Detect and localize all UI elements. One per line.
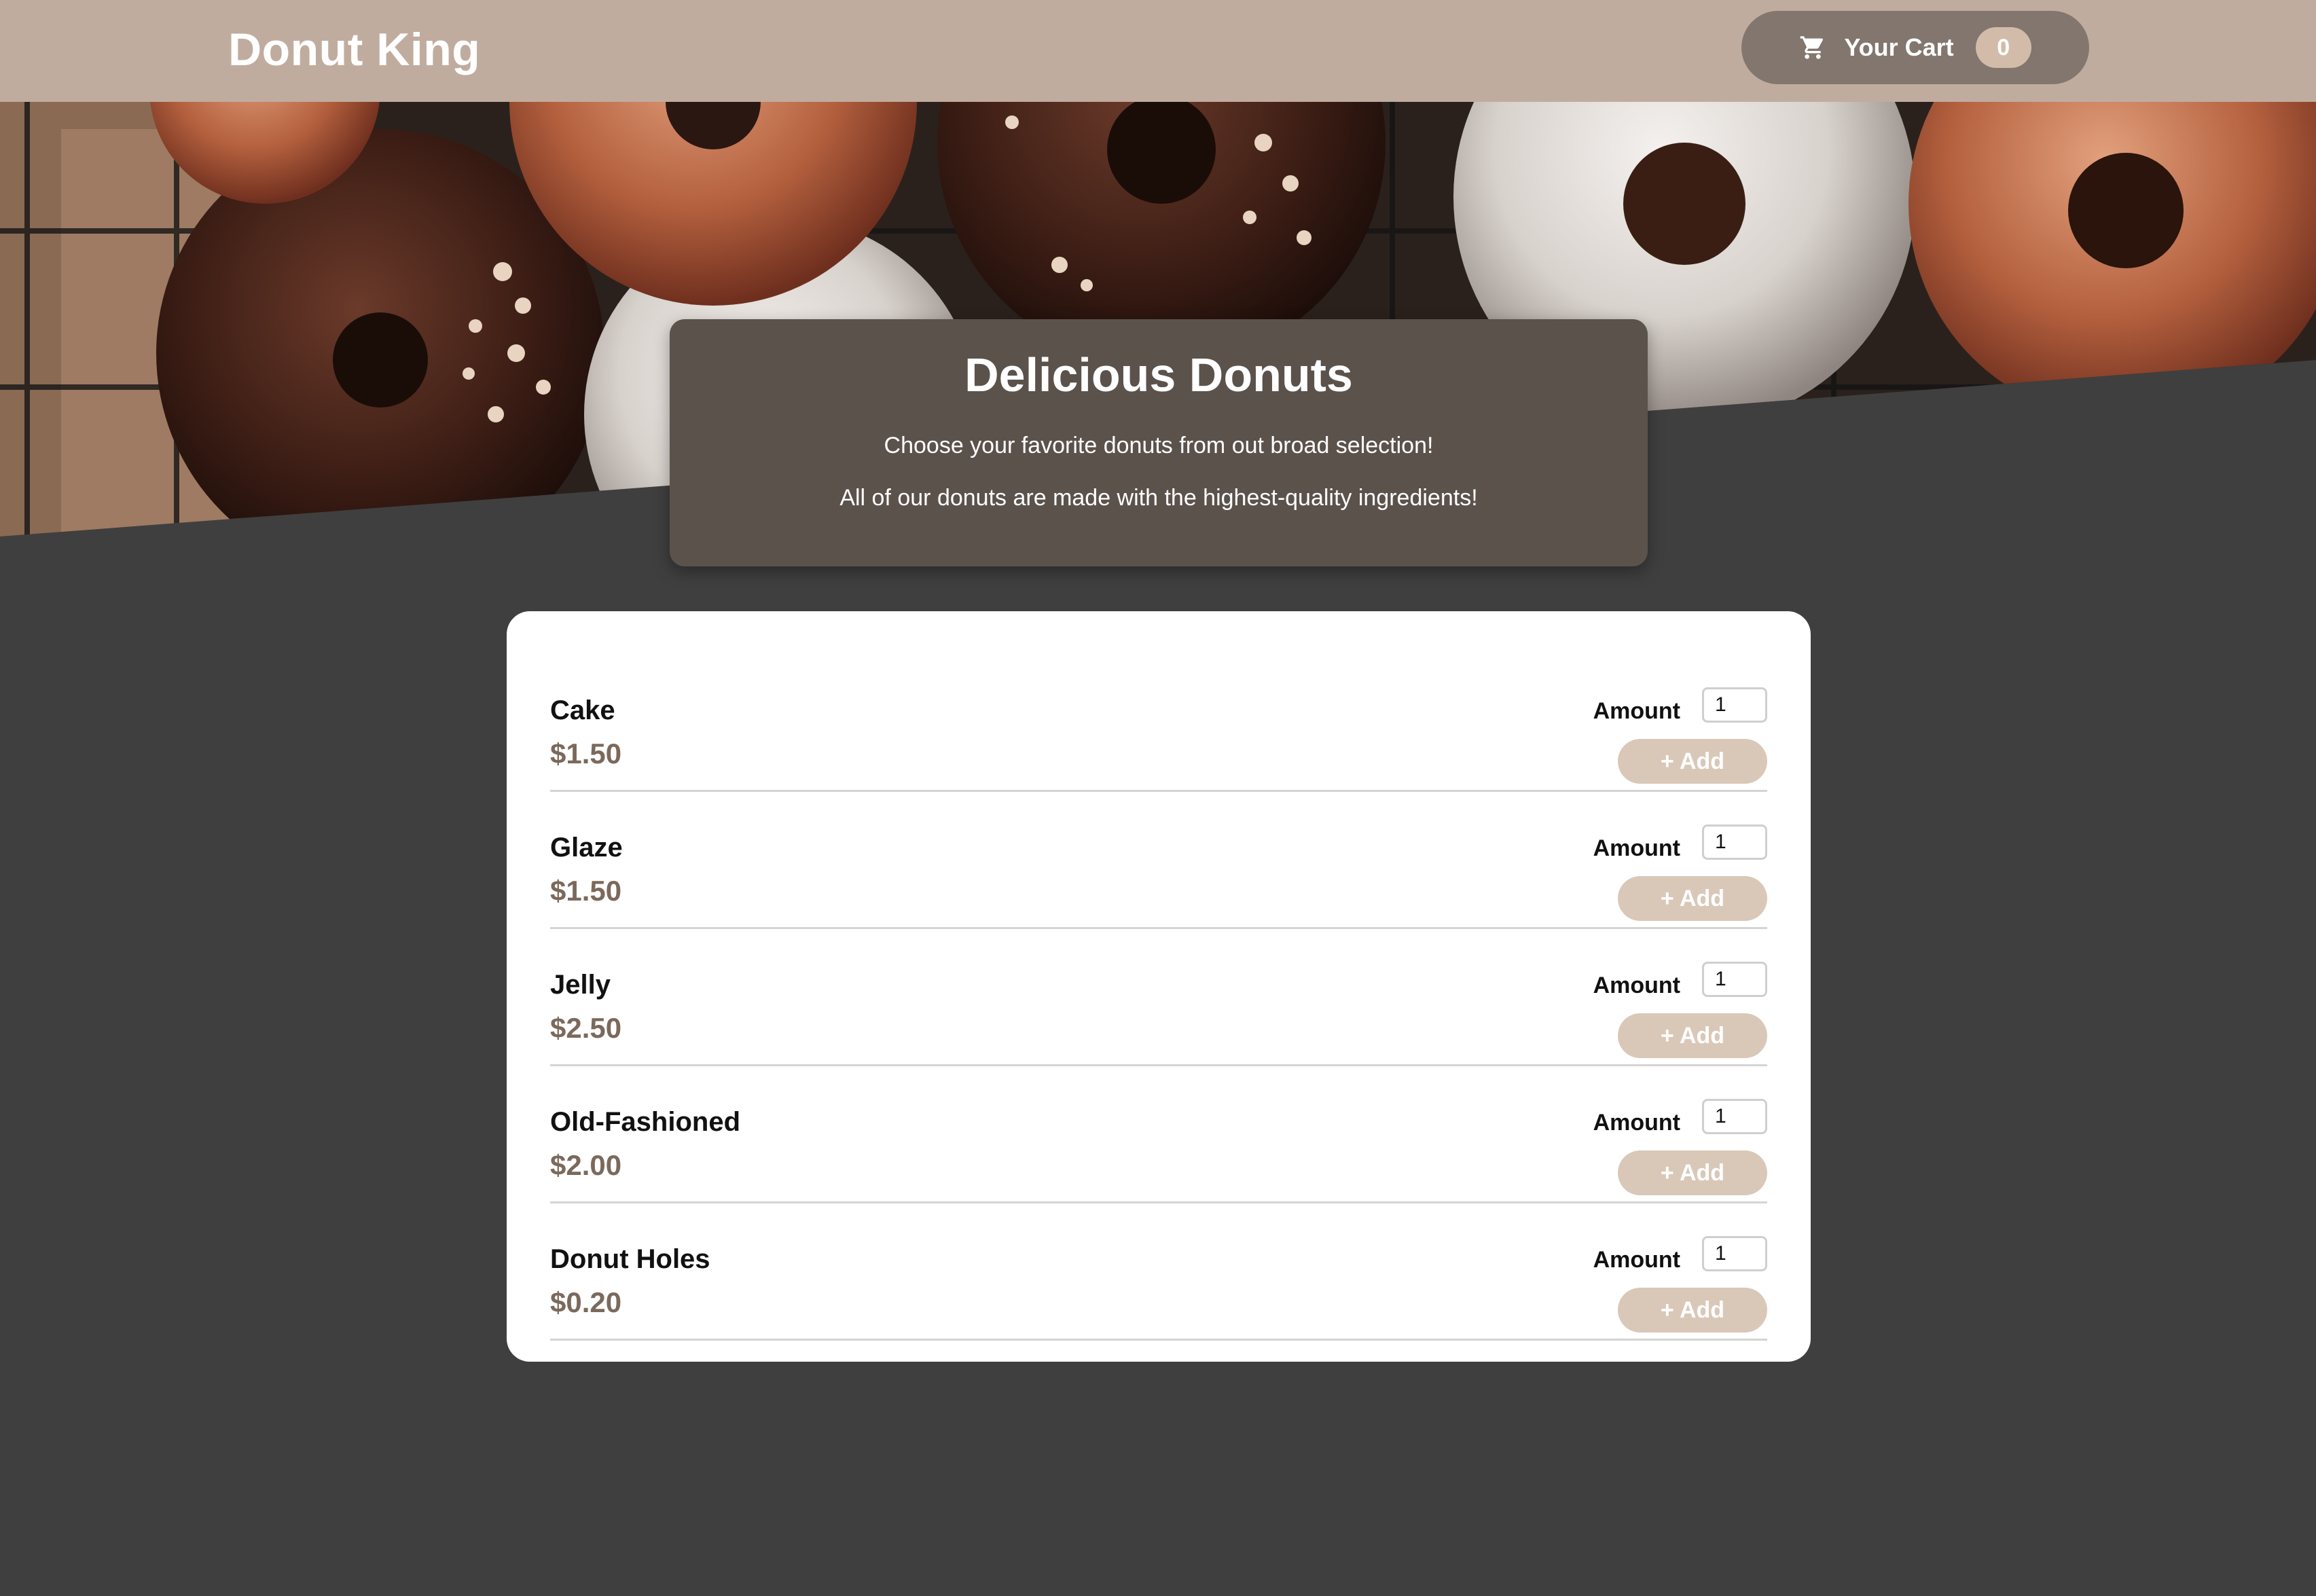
intro-line-quality: All of our donuts are made with the high… (839, 484, 1478, 511)
amount-input[interactable] (1702, 962, 1767, 997)
item-price: $1.50 (550, 738, 622, 769)
item-price: $2.00 (550, 1149, 622, 1181)
item-price: $0.20 (550, 1286, 622, 1318)
item-price: $2.50 (550, 1012, 622, 1044)
donut-menu-list: Cake $1.50 Amount + Add Glaze $1.50 Amou… (507, 611, 1811, 1362)
amount-label: Amount (1593, 835, 1680, 861)
item-name: Old-Fashioned (550, 1107, 740, 1137)
add-to-cart-button[interactable]: + Add (1618, 739, 1767, 784)
amount-input[interactable] (1702, 1236, 1767, 1271)
menu-item-old-fashioned: Old-Fashioned $2.00 Amount + Add (550, 1066, 1767, 1203)
amount-label: Amount (1593, 973, 1680, 998)
add-to-cart-button[interactable]: + Add (1618, 1150, 1767, 1195)
amount-input[interactable] (1702, 687, 1767, 723)
cart-count-badge: 0 (1975, 27, 2031, 68)
item-name: Jelly (550, 970, 611, 1000)
cart-button[interactable]: Your Cart 0 (1741, 11, 2089, 84)
brand-title[interactable]: Donut King (228, 23, 480, 76)
menu-item-cake: Cake $1.50 Amount + Add (550, 655, 1767, 792)
amount-label: Amount (1593, 1110, 1680, 1136)
amount-label: Amount (1593, 698, 1680, 724)
item-name: Glaze (550, 833, 623, 863)
intro-card: Delicious Donuts Choose your favorite do… (670, 319, 1648, 566)
amount-input[interactable] (1702, 824, 1767, 860)
add-to-cart-button[interactable]: + Add (1618, 876, 1767, 921)
intro-line-selection: Choose your favorite donuts from out bro… (884, 433, 1434, 458)
menu-item-glaze: Glaze $1.50 Amount + Add (550, 792, 1767, 929)
menu-item-jelly: Jelly $2.50 Amount + Add (550, 929, 1767, 1066)
add-to-cart-button[interactable]: + Add (1618, 1288, 1767, 1332)
add-to-cart-button[interactable]: + Add (1618, 1013, 1767, 1058)
menu-item-donut-holes: Donut Holes $0.20 Amount + Add (550, 1203, 1767, 1341)
top-navigation-bar: Donut King Your Cart 0 (0, 0, 2316, 102)
intro-title: Delicious Donuts (964, 348, 1353, 401)
amount-label: Amount (1593, 1247, 1680, 1273)
item-name: Cake (550, 695, 615, 725)
item-name: Donut Holes (550, 1244, 710, 1274)
cart-icon (1799, 34, 1826, 61)
cart-label: Your Cart (1844, 33, 1954, 61)
amount-input[interactable] (1702, 1099, 1767, 1134)
item-price: $1.50 (550, 875, 622, 907)
